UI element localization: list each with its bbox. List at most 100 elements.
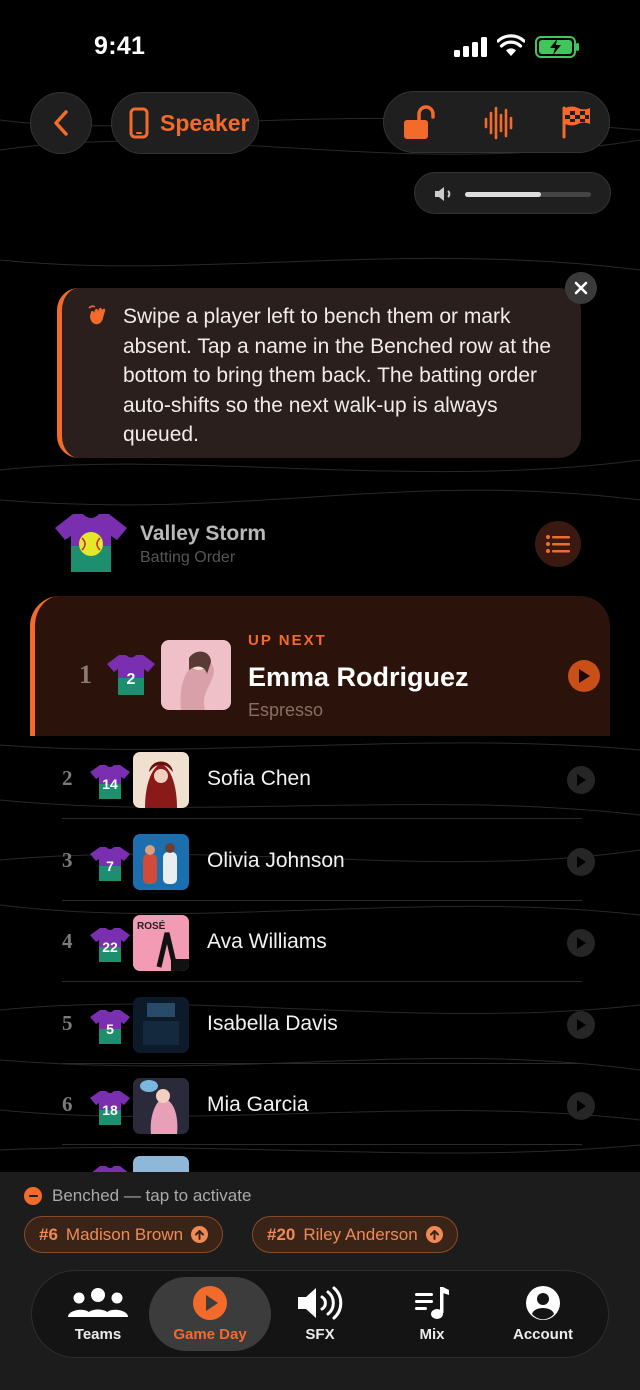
battery-icon [535,36,579,58]
minus-circle-icon [24,1187,42,1205]
tab-mix[interactable]: Mix [376,1277,488,1351]
phone-icon [129,107,149,139]
jersey-icon: 18 [90,1091,130,1125]
tab-teams[interactable]: Teams [42,1277,154,1351]
benched-name: Riley Anderson [303,1224,418,1244]
play-button[interactable] [567,929,595,957]
tab-game-day[interactable]: Game Day [149,1277,271,1351]
batting-order-number: 4 [62,929,73,953]
benched-name: Madison Brown [65,1224,184,1244]
chevron-left-icon [54,110,68,136]
benched-jersey: #6 [39,1224,58,1244]
play-button[interactable] [567,847,595,876]
music-list-icon [415,1287,449,1319]
album-art [133,996,189,1053]
benched-player-chip[interactable]: #20 Riley Anderson [252,1216,458,1253]
close-tip-button[interactable] [565,272,597,304]
player-name: Mia Garcia [207,1093,309,1116]
benched-header: Benched — tap to activate [24,1186,251,1206]
play-icon [577,1018,586,1031]
lineup-list-button[interactable] [535,521,581,567]
batting-order-number: 1 [79,660,92,689]
lineup-row[interactable]: 5 5 Isabella Davis [0,983,640,1064]
arrow-up-circle-icon [191,1226,209,1243]
speaker-icon [298,1286,343,1320]
benched-jersey: #20 [267,1224,296,1244]
svg-text:2: 2 [127,671,136,688]
lineup-row[interactable]: 4 22 ROSÉ Ava Williams [0,901,640,982]
close-icon [574,281,588,295]
tip-banner: Swipe a player left to bench them or mar… [57,288,581,458]
play-icon [577,774,586,786]
batting-order-number: 3 [62,847,73,872]
svg-text:ROSÉ: ROSÉ [137,919,166,932]
volume-control[interactable] [414,172,611,214]
tab-bar: Teams Game Day SFX Mix Account [31,1270,609,1358]
jersey-icon: 14 [90,765,130,799]
album-art: ROSÉ [133,915,189,971]
player-name: Olivia Johnson [207,848,345,872]
people-icon [68,1288,128,1317]
batting-order-number: 6 [62,1092,73,1116]
play-icon [579,669,590,683]
svg-text:22: 22 [102,939,118,955]
team-name: Valley Storm [140,522,267,545]
jersey-icon: 5 [90,1009,130,1044]
batting-order-number: 2 [62,766,73,790]
row-divider [62,1144,582,1145]
jersey-icon: 22 [90,928,130,962]
play-button[interactable] [567,1010,595,1039]
play-icon [577,855,586,868]
lineup-row[interactable]: 2 14 Sofia Chen [0,738,640,819]
play-icon [577,1100,586,1112]
unlock-icon[interactable] [402,105,438,141]
swipe-hand-icon [88,305,106,325]
tab-label: Account [513,1326,573,1343]
play-icon [577,937,586,949]
play-button[interactable] [567,1092,595,1120]
lineup-row[interactable]: 6 18 Mia Garcia [0,1064,640,1145]
tab-label: Teams [74,1326,122,1343]
list-icon [546,535,570,553]
back-button[interactable] [30,92,92,154]
svg-text:14: 14 [102,776,118,792]
benched-title: Benched — tap to activate [52,1186,252,1205]
team-jersey-softball-icon [55,514,127,572]
volume-fill [465,192,541,197]
team-subtitle: Batting Order [140,549,236,566]
waveform-icon[interactable] [484,105,514,141]
benched-player-chip[interactable]: #6 Madison Brown [24,1216,224,1253]
speaker-button[interactable]: Speaker [111,92,259,154]
tab-account[interactable]: Account [487,1277,599,1351]
cellular-signal-icon [454,37,487,57]
wifi-icon [497,34,525,56]
account-icon [526,1286,560,1320]
batting-order-number: 5 [62,1010,73,1035]
album-art [133,752,189,808]
play-button[interactable] [568,660,600,692]
up-next-card[interactable]: 1 2 UP NEXT Emma Rodriguez Espresso [30,596,610,736]
tab-sfx[interactable]: SFX [264,1277,376,1351]
album-art [133,833,189,890]
checkered-flag-icon[interactable] [560,105,592,139]
player-name: Ava Williams [207,930,327,953]
tip-text: Swipe a player left to bench them or mar… [123,305,552,446]
svg-text:18: 18 [102,1102,118,1118]
status-time: 9:41 [94,32,146,60]
play-button[interactable] [567,766,595,794]
jersey-icon: 2 [107,655,155,695]
lineup-row[interactable]: 3 7 Olivia Johnson [0,820,640,901]
album-art [133,1078,189,1134]
volume-slider[interactable] [465,192,591,197]
tab-label: Game Day [173,1326,247,1343]
svg-text:7: 7 [106,858,114,874]
status-bar: 9:41 [0,0,640,90]
tab-label: Mix [419,1326,445,1343]
bottom-panel: Benched — tap to activate #6 Madison Bro… [0,1172,640,1390]
speaker-volume-icon [435,187,451,201]
album-art [161,640,231,710]
svg-text:5: 5 [106,1021,114,1037]
play-circle-icon [193,1286,227,1320]
up-next-tag: UP NEXT [248,632,327,649]
arrow-up-circle-icon [425,1226,443,1243]
